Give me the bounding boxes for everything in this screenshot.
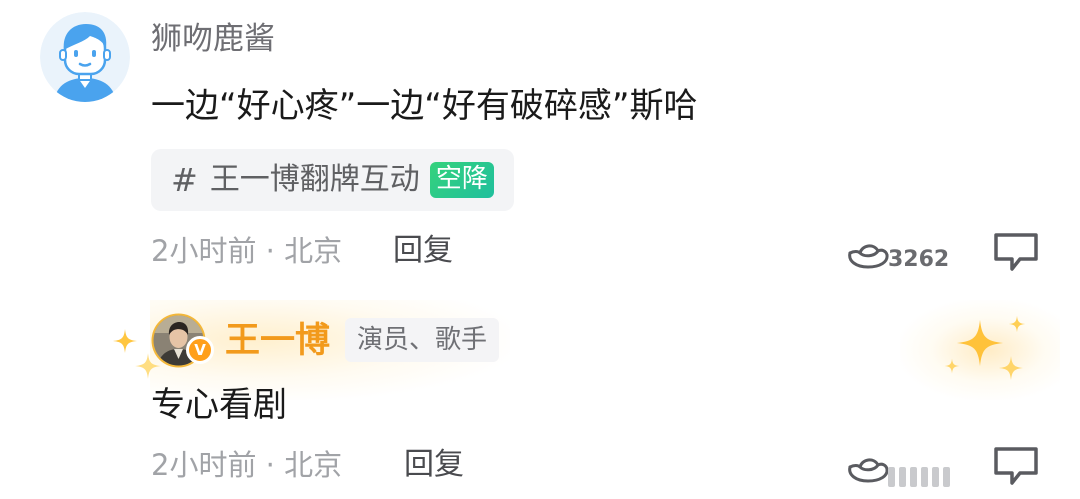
topic-chip[interactable]: # 王一博翻牌互动 空降 bbox=[151, 149, 514, 211]
comment-list: 狮吻鹿酱 一边“好心疼”一边“好有破碎感”斯哈 # 王一博翻牌互动 空降 2小时… bbox=[0, 0, 1080, 499]
like-count-placeholder bbox=[888, 467, 950, 487]
comment-text: 一边“好心疼”一边“好有破碎感”斯哈 bbox=[151, 86, 698, 126]
sparkle-icon bbox=[113, 329, 137, 353]
comment-username[interactable]: 王一博 bbox=[225, 317, 330, 365]
comment-button[interactable] bbox=[990, 443, 1042, 489]
sparkle-icon bbox=[1008, 315, 1026, 333]
comment-meta: 2小时前 · 北京 bbox=[151, 234, 343, 268]
role-tag: 演员、歌手 bbox=[345, 318, 500, 362]
comment-bubble-icon bbox=[994, 233, 1038, 271]
topic-label: 王一博翻牌互动 bbox=[209, 162, 420, 197]
like-button[interactable]: 3262 bbox=[844, 227, 954, 277]
default-avatar-icon bbox=[40, 12, 130, 102]
comment-username[interactable]: 狮吻鹿酱 bbox=[151, 17, 275, 61]
user-avatar[interactable] bbox=[40, 12, 130, 102]
highlight-glow bbox=[900, 300, 1060, 400]
comment-button[interactable] bbox=[990, 229, 1042, 275]
like-button[interactable] bbox=[844, 441, 950, 491]
reply-button[interactable]: 回复 bbox=[404, 443, 464, 487]
comment-bubble-icon bbox=[994, 447, 1038, 485]
like-ingot-icon bbox=[848, 244, 889, 269]
verified-badge: V bbox=[186, 336, 214, 364]
sparkle-icon bbox=[999, 356, 1023, 380]
like-ingot-icon bbox=[848, 458, 889, 483]
topic-badge: 空降 bbox=[429, 162, 494, 198]
sparkle-icon bbox=[956, 319, 1004, 367]
like-count: 3262 bbox=[888, 247, 950, 272]
hashtag-icon: # bbox=[171, 161, 198, 199]
comment-text: 专心看剧 bbox=[151, 385, 287, 425]
reply-button[interactable]: 回复 bbox=[393, 229, 453, 273]
comment-meta: 2小时前 · 北京 bbox=[151, 448, 343, 482]
sparkle-icon bbox=[944, 358, 960, 374]
